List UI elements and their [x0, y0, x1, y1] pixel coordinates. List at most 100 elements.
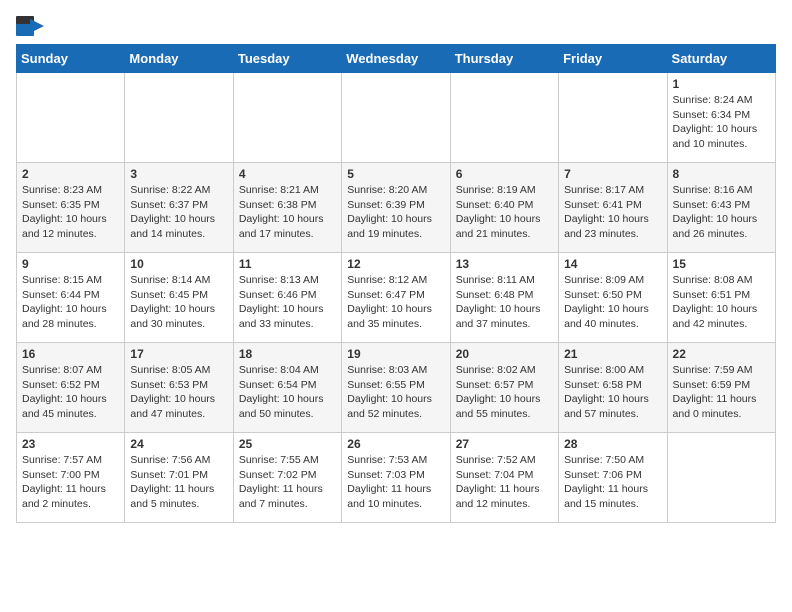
logo: [16, 16, 48, 36]
day-info: Sunrise: 8:02 AM Sunset: 6:57 PM Dayligh…: [456, 363, 553, 422]
day-info: Sunrise: 7:50 AM Sunset: 7:06 PM Dayligh…: [564, 453, 661, 512]
weekday-header-monday: Monday: [125, 45, 233, 73]
weekday-header-friday: Friday: [559, 45, 667, 73]
calendar-cell: 11Sunrise: 8:13 AM Sunset: 6:46 PM Dayli…: [233, 253, 341, 343]
weekday-header-saturday: Saturday: [667, 45, 775, 73]
calendar-cell: 25 Sunrise: 7:55 AM Sunset: 7:02 PM Dayli…: [233, 433, 341, 523]
week-row-5: 23Sunrise: 7:57 AM Sunset: 7:00 PM Dayli…: [17, 433, 776, 523]
week-row-4: 16Sunrise: 8:07 AM Sunset: 6:52 PM Dayli…: [17, 343, 776, 433]
day-number: 4: [239, 167, 336, 181]
day-info: Sunrise: 7:52 AM Sunset: 7:04 PM Dayligh…: [456, 453, 553, 512]
weekday-header-row: SundayMondayTuesdayWednesdayThursdayFrid…: [17, 45, 776, 73]
day-number: 1: [673, 77, 770, 91]
weekday-header-tuesday: Tuesday: [233, 45, 341, 73]
calendar-cell: 13Sunrise: 8:11 AM Sunset: 6:48 PM Dayli…: [450, 253, 558, 343]
calendar-cell: 6 Sunrise: 8:19 AM Sunset: 6:40 PM Daylig…: [450, 163, 558, 253]
calendar-cell: 18 Sunrise: 8:04 AM Sunset: 6:54 PM Dayli…: [233, 343, 341, 433]
day-number: 22: [673, 347, 770, 361]
day-info: Sunrise: 8:24 AM Sunset: 6:34 PM Dayligh…: [673, 93, 770, 152]
day-number: 15: [673, 257, 770, 271]
header: [16, 16, 776, 36]
day-number: 12: [347, 257, 444, 271]
day-info: Sunrise: 8:04 AM Sunset: 6:54 PM Dayligh…: [239, 363, 336, 422]
calendar-cell: 26Sunrise: 7:53 AM Sunset: 7:03 PM Dayli…: [342, 433, 450, 523]
day-info: Sunrise: 8:20 AM Sunset: 6:39 PM Dayligh…: [347, 183, 444, 242]
calendar-cell: 28 Sunrise: 7:50 AM Sunset: 7:06 PM Dayli…: [559, 433, 667, 523]
calendar-cell: 10 Sunrise: 8:14 AM Sunset: 6:45 PM Dayli…: [125, 253, 233, 343]
day-number: 28: [564, 437, 661, 451]
calendar-cell: [559, 73, 667, 163]
day-number: 20: [456, 347, 553, 361]
calendar-cell: 1 Sunrise: 8:24 AM Sunset: 6:34 PM Daylig…: [667, 73, 775, 163]
calendar-cell: 5 Sunrise: 8:20 AM Sunset: 6:39 PM Daylig…: [342, 163, 450, 253]
calendar-cell: [233, 73, 341, 163]
calendar-cell: [125, 73, 233, 163]
calendar-cell: 14 Sunrise: 8:09 AM Sunset: 6:50 PM Dayli…: [559, 253, 667, 343]
day-number: 8: [673, 167, 770, 181]
day-info: Sunrise: 8:15 AM Sunset: 6:44 PM Dayligh…: [22, 273, 119, 332]
calendar-cell: [667, 433, 775, 523]
calendar-cell: 22 Sunrise: 7:59 AM Sunset: 6:59 PM Dayli…: [667, 343, 775, 433]
calendar-cell: 4 Sunrise: 8:21 AM Sunset: 6:38 PM Daylig…: [233, 163, 341, 253]
calendar-cell: 19 Sunrise: 8:03 AM Sunset: 6:55 PM Dayli…: [342, 343, 450, 433]
day-info: Sunrise: 8:16 AM Sunset: 6:43 PM Dayligh…: [673, 183, 770, 242]
calendar-cell: 2 Sunrise: 8:23 AM Sunset: 6:35 PM Daylig…: [17, 163, 125, 253]
day-info: Sunrise: 8:08 AM Sunset: 6:51 PM Dayligh…: [673, 273, 770, 332]
calendar-cell: 9 Sunrise: 8:15 AM Sunset: 6:44 PM Daylig…: [17, 253, 125, 343]
calendar-cell: [450, 73, 558, 163]
week-row-1: 1 Sunrise: 8:24 AM Sunset: 6:34 PM Daylig…: [17, 73, 776, 163]
day-number: 27: [456, 437, 553, 451]
calendar-cell: 3 Sunrise: 8:22 AM Sunset: 6:37 PM Daylig…: [125, 163, 233, 253]
day-number: 19: [347, 347, 444, 361]
day-info: Sunrise: 8:21 AM Sunset: 6:38 PM Dayligh…: [239, 183, 336, 242]
day-info: Sunrise: 8:17 AM Sunset: 6:41 PM Dayligh…: [564, 183, 661, 242]
day-number: 23: [22, 437, 119, 451]
weekday-header-thursday: Thursday: [450, 45, 558, 73]
day-info: Sunrise: 8:00 AM Sunset: 6:58 PM Dayligh…: [564, 363, 661, 422]
day-info: Sunrise: 7:56 AM Sunset: 7:01 PM Dayligh…: [130, 453, 227, 512]
calendar-cell: 12 Sunrise: 8:12 AM Sunset: 6:47 PM Dayli…: [342, 253, 450, 343]
day-number: 5: [347, 167, 444, 181]
day-info: Sunrise: 8:14 AM Sunset: 6:45 PM Dayligh…: [130, 273, 227, 332]
calendar-cell: 24 Sunrise: 7:56 AM Sunset: 7:01 PM Dayli…: [125, 433, 233, 523]
day-number: 6: [456, 167, 553, 181]
day-info: Sunrise: 8:05 AM Sunset: 6:53 PM Dayligh…: [130, 363, 227, 422]
logo-icon: [16, 16, 44, 36]
calendar-cell: [17, 73, 125, 163]
calendar-cell: 21 Sunrise: 8:00 AM Sunset: 6:58 PM Dayli…: [559, 343, 667, 433]
day-number: 18: [239, 347, 336, 361]
day-number: 21: [564, 347, 661, 361]
day-info: Sunrise: 8:19 AM Sunset: 6:40 PM Dayligh…: [456, 183, 553, 242]
calendar-cell: 27 Sunrise: 7:52 AM Sunset: 7:04 PM Dayli…: [450, 433, 558, 523]
calendar-cell: 16Sunrise: 8:07 AM Sunset: 6:52 PM Dayli…: [17, 343, 125, 433]
day-info: Sunrise: 7:55 AM Sunset: 7:02 PM Dayligh…: [239, 453, 336, 512]
day-number: 26: [347, 437, 444, 451]
day-info: Sunrise: 8:23 AM Sunset: 6:35 PM Dayligh…: [22, 183, 119, 242]
weekday-header-sunday: Sunday: [17, 45, 125, 73]
calendar-cell: 15 Sunrise: 8:08 AM Sunset: 6:51 PM Dayli…: [667, 253, 775, 343]
day-number: 24: [130, 437, 227, 451]
day-number: 9: [22, 257, 119, 271]
day-info: Sunrise: 8:12 AM Sunset: 6:47 PM Dayligh…: [347, 273, 444, 332]
calendar-cell: 23Sunrise: 7:57 AM Sunset: 7:00 PM Dayli…: [17, 433, 125, 523]
calendar-cell: 20 Sunrise: 8:02 AM Sunset: 6:57 PM Dayli…: [450, 343, 558, 433]
calendar-table: SundayMondayTuesdayWednesdayThursdayFrid…: [16, 44, 776, 523]
calendar-cell: 17Sunrise: 8:05 AM Sunset: 6:53 PM Dayli…: [125, 343, 233, 433]
calendar-cell: [342, 73, 450, 163]
day-number: 10: [130, 257, 227, 271]
day-number: 11: [239, 257, 336, 271]
calendar-cell: 8 Sunrise: 8:16 AM Sunset: 6:43 PM Daylig…: [667, 163, 775, 253]
day-number: 13: [456, 257, 553, 271]
day-info: Sunrise: 8:22 AM Sunset: 6:37 PM Dayligh…: [130, 183, 227, 242]
weekday-header-wednesday: Wednesday: [342, 45, 450, 73]
day-number: 7: [564, 167, 661, 181]
day-number: 3: [130, 167, 227, 181]
day-info: Sunrise: 7:59 AM Sunset: 6:59 PM Dayligh…: [673, 363, 770, 422]
week-row-3: 9 Sunrise: 8:15 AM Sunset: 6:44 PM Daylig…: [17, 253, 776, 343]
day-number: 14: [564, 257, 661, 271]
day-number: 25: [239, 437, 336, 451]
day-number: 2: [22, 167, 119, 181]
day-info: Sunrise: 8:03 AM Sunset: 6:55 PM Dayligh…: [347, 363, 444, 422]
day-info: Sunrise: 8:09 AM Sunset: 6:50 PM Dayligh…: [564, 273, 661, 332]
day-number: 16: [22, 347, 119, 361]
